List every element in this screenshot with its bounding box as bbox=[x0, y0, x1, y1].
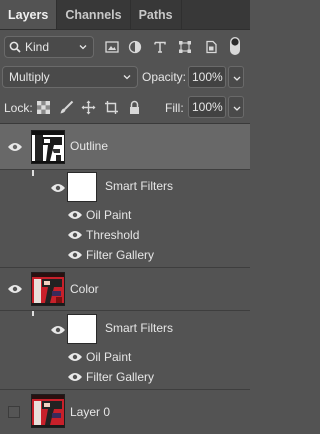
filter-kind-label: Kind bbox=[25, 40, 50, 54]
lock-image-pixels-brush-icon[interactable] bbox=[59, 100, 74, 115]
filter-name: Oil Paint bbox=[86, 350, 132, 364]
blend-mode-select[interactable]: Multiply bbox=[2, 66, 138, 88]
tab-paths[interactable]: Paths bbox=[131, 0, 182, 29]
filter-name: Filter Gallery bbox=[86, 370, 155, 384]
opacity-label: Opacity: bbox=[142, 70, 187, 84]
panel-tab-bar: Layers Channels Paths bbox=[0, 0, 250, 30]
type-layer-filter-icon[interactable] bbox=[153, 40, 167, 54]
smart-filters-eye-icon[interactable] bbox=[50, 183, 66, 193]
opacity-input[interactable]: 100% bbox=[188, 66, 226, 88]
search-icon bbox=[9, 41, 21, 53]
filter-eye-icon[interactable] bbox=[67, 210, 83, 220]
fill-input[interactable]: 100% bbox=[188, 96, 226, 118]
fill-dropdown-button[interactable] bbox=[228, 96, 244, 118]
chevron-down-icon bbox=[79, 45, 87, 50]
layer-row-color[interactable]: Color bbox=[0, 268, 250, 311]
filter-row-oil-paint[interactable]: Oil Paint bbox=[0, 347, 250, 367]
filter-name: Threshold bbox=[86, 228, 140, 242]
layer-name-outline[interactable]: Outline bbox=[70, 139, 108, 153]
filter-eye-icon[interactable] bbox=[67, 372, 83, 382]
smart-filters-label: Smart Filters bbox=[105, 321, 174, 335]
lock-position-move-icon[interactable] bbox=[81, 100, 96, 115]
layer-row-outline[interactable]: Outline bbox=[0, 124, 250, 170]
chevron-down-icon bbox=[233, 76, 241, 81]
layer-thumbnail-layer-0 bbox=[31, 394, 65, 428]
pixel-layer-filter-icon[interactable] bbox=[105, 40, 119, 54]
smart-filters-row[interactable]: Smart Filters bbox=[0, 170, 250, 204]
lock-row: Lock: Fill: 100% bbox=[0, 96, 250, 120]
filter-row-threshold[interactable]: Threshold bbox=[0, 225, 250, 245]
blend-mode-value: Multiply bbox=[9, 70, 50, 84]
lock-artboard-crop-icon[interactable] bbox=[104, 100, 119, 115]
filter-name: Oil Paint bbox=[86, 208, 132, 222]
smart-filters-row[interactable]: Smart Filters bbox=[0, 312, 250, 346]
smart-filter-mask-thumbnail bbox=[67, 172, 97, 202]
lock-all-padlock-icon[interactable] bbox=[127, 100, 142, 115]
smart-filters-eye-icon[interactable] bbox=[50, 325, 66, 335]
filter-row-filter-gallery[interactable]: Filter Gallery bbox=[0, 245, 250, 265]
filter-row-oil-paint[interactable]: Oil Paint bbox=[0, 205, 250, 225]
layer-name-color[interactable]: Color bbox=[70, 282, 99, 296]
shape-layer-filter-icon[interactable] bbox=[178, 40, 192, 54]
layer-name-layer-0[interactable]: Layer 0 bbox=[70, 405, 110, 419]
visibility-eye-icon[interactable] bbox=[7, 284, 23, 294]
layer-visibility-toggle-off[interactable] bbox=[8, 406, 20, 418]
adjustment-layer-filter-icon[interactable] bbox=[128, 40, 142, 54]
layer-filter-row: Kind bbox=[0, 34, 250, 62]
filter-eye-icon[interactable] bbox=[67, 250, 83, 260]
filter-toggle-switch[interactable] bbox=[228, 36, 242, 56]
chevron-down-icon bbox=[233, 106, 241, 111]
filter-eye-icon[interactable] bbox=[67, 230, 83, 240]
layer-row-layer-0[interactable]: Layer 0 bbox=[0, 390, 250, 434]
tab-channels[interactable]: Channels bbox=[57, 0, 131, 29]
filter-eye-icon[interactable] bbox=[67, 352, 83, 362]
smart-filter-mask-thumbnail bbox=[67, 314, 97, 344]
filter-name: Filter Gallery bbox=[86, 248, 155, 262]
tab-layers[interactable]: Layers bbox=[0, 0, 58, 29]
layer-thumbnail-color bbox=[31, 272, 65, 306]
filter-row-filter-gallery[interactable]: Filter Gallery bbox=[0, 367, 250, 387]
fill-label: Fill: bbox=[165, 101, 184, 115]
smart-object-filter-icon[interactable] bbox=[204, 40, 218, 54]
lock-transparent-pixels-icon[interactable] bbox=[36, 100, 51, 115]
visibility-eye-icon[interactable] bbox=[7, 142, 23, 152]
opacity-dropdown-button[interactable] bbox=[228, 66, 244, 88]
blend-row: Multiply Opacity: 100% bbox=[0, 66, 250, 90]
layer-thumbnail-outline bbox=[31, 130, 65, 164]
lock-label: Lock: bbox=[4, 101, 33, 115]
filter-kind-select[interactable]: Kind bbox=[4, 36, 94, 58]
smart-filters-label: Smart Filters bbox=[105, 179, 174, 193]
chevron-down-icon bbox=[123, 75, 131, 80]
